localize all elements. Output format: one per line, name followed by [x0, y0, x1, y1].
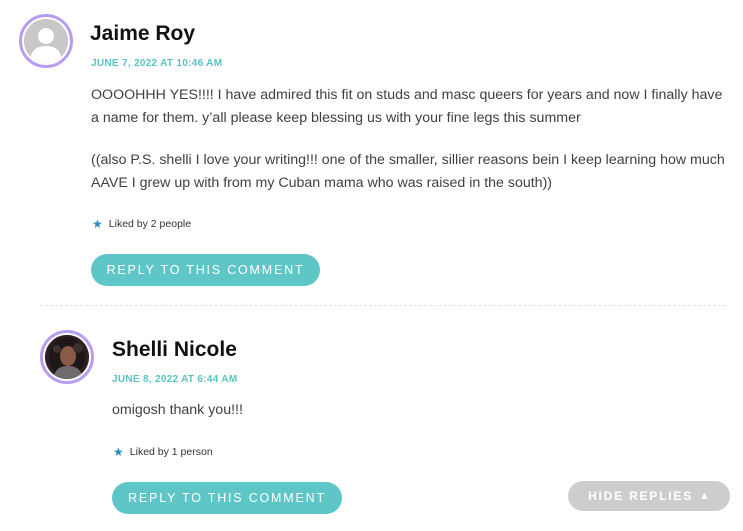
hide-replies-label: HIDE REPLIES [588, 489, 694, 503]
avatar[interactable] [40, 330, 94, 384]
likes-summary: ★ Liked by 1 person [113, 446, 213, 458]
reply-button[interactable]: REPLY TO THIS COMMENT [91, 254, 320, 286]
likes-summary: ★ Liked by 2 people [92, 218, 191, 230]
comment-date-link[interactable]: JUNE 7, 2022 AT 10:46 AM [91, 58, 222, 69]
default-user-avatar-icon [24, 19, 68, 63]
star-icon: ★ [113, 445, 124, 459]
caret-up-icon: ▲ [699, 490, 710, 502]
hide-replies-button[interactable]: HIDE REPLIES ▲ [568, 481, 730, 511]
likes-text[interactable]: Liked by 1 person [130, 446, 213, 458]
comment-jaime-roy: Jaime Roy JUNE 7, 2022 AT 10:46 AM OOOOH… [0, 0, 743, 305]
star-icon: ★ [92, 217, 103, 231]
comment-text: omigosh thank you!!! [112, 402, 243, 418]
comment-text: OOOOHHH YES!!!! I have admired this fit … [91, 87, 723, 126]
likes-text[interactable]: Liked by 2 people [109, 218, 191, 230]
avatar[interactable] [19, 14, 73, 68]
comment-author[interactable]: Jaime Roy [90, 22, 195, 46]
comment-date-link[interactable]: JUNE 8, 2022 AT 6:44 AM [112, 374, 237, 385]
comment-text: ((also P.S. shelli I love your writing!!… [91, 152, 725, 191]
user-photo-avatar-icon [45, 335, 89, 379]
comment-author[interactable]: Shelli Nicole [112, 338, 237, 362]
reply-button[interactable]: REPLY TO THIS COMMENT [112, 482, 342, 514]
